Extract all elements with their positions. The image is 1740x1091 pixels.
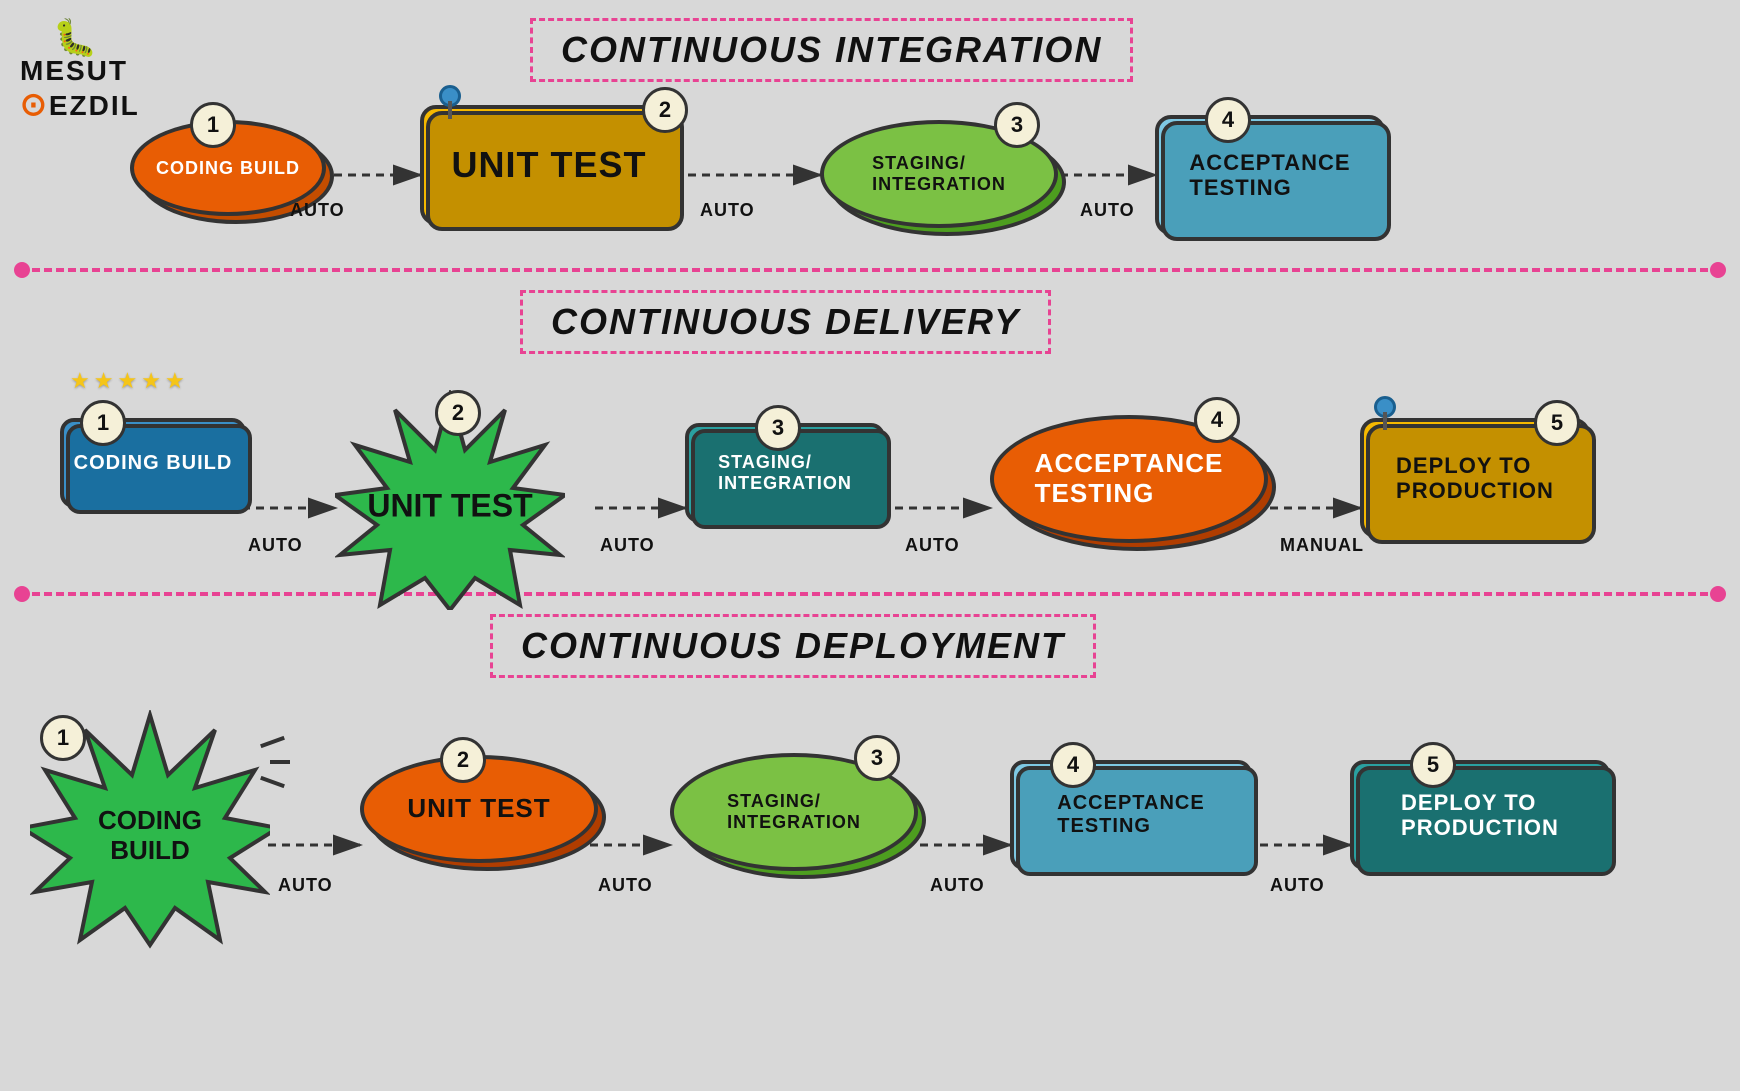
ci-step1-label: CODING BUILD <box>156 158 300 179</box>
cdeploy-header: CONTINUOUS DEPLOYMENT <box>490 614 1096 678</box>
cdeploy-arrow-label-2: AUTO <box>598 875 653 896</box>
cd-step5-label: DEPLOY TOPRODUCTION <box>1396 453 1554 504</box>
cdeploy-step5-label: DEPLOY TOPRODUCTION <box>1401 790 1559 841</box>
cd-step3-label: STAGING/INTEGRATION <box>718 452 852 493</box>
cd-badge-1: 1 <box>80 400 126 446</box>
ci-arrow-label-1: AUTO <box>290 200 345 221</box>
logo-name: MESUT⊙EZDIL <box>20 56 130 122</box>
logo-bug-icon: 🐛 <box>20 20 130 56</box>
cdeploy-step4-label: ACCEPTANCETESTING <box>1057 792 1204 838</box>
cdeploy-step4: 4 ACCEPTANCETESTING <box>1010 760 1252 870</box>
ci-step3-label: STAGING/INTEGRATION <box>872 153 1006 194</box>
cdeploy-arrow-label-1: AUTO <box>278 875 333 896</box>
ci-title: CONTINUOUS INTEGRATION <box>561 29 1102 70</box>
cdeploy-arrow-label-4: AUTO <box>1270 875 1325 896</box>
svg-text:UNIT TEST: UNIT TEST <box>367 487 533 523</box>
ci-step3: 3 STAGING/INTEGRATION <box>820 120 1060 230</box>
cdeploy-step3-label: STAGING/INTEGRATION <box>727 791 861 832</box>
cdeploy-badge-4: 4 <box>1050 742 1096 788</box>
cdeploy-badge-3: 3 <box>854 735 900 781</box>
cd-arrow-label-2: AUTO <box>600 535 655 556</box>
cd-badge-5: 5 <box>1534 400 1580 446</box>
ci-badge-3: 3 <box>994 102 1040 148</box>
cdeploy-badge-5: 5 <box>1410 742 1456 788</box>
cd-step4-label: ACCEPTANCETESTING <box>1035 449 1224 509</box>
cd-step1: 1 ★★★★★ CODING BUILD <box>60 418 246 508</box>
cd-badge-4: 4 <box>1194 397 1240 443</box>
cd-header: CONTINUOUS DELIVERY <box>520 290 1051 354</box>
cdeploy-step1: 1 CODING BUILD <box>30 710 270 955</box>
logo: 🐛 MESUT⊙EZDIL <box>20 20 130 122</box>
cd-step3: 3 STAGING/INTEGRATION <box>685 423 885 523</box>
divider-1 <box>0 268 1740 272</box>
ci-badge-1: 1 <box>190 102 236 148</box>
cd-step1-label: CODING BUILD <box>74 452 233 475</box>
ci-badge-2: 2 <box>642 87 688 133</box>
ci-badge-4: 4 <box>1205 97 1251 143</box>
cd-step2: 2 UNIT TEST <box>335 390 565 615</box>
cd-arrow-label-1: AUTO <box>248 535 303 556</box>
ci-arrow-label-3: AUTO <box>1080 200 1135 221</box>
cdeploy-step3: 3 STAGING/INTEGRATION <box>670 753 920 873</box>
cdeploy-badge-1: 1 <box>40 715 86 761</box>
cd-step4: 4 ACCEPTANCETESTING <box>990 415 1270 545</box>
cdeploy-arrow-label-3: AUTO <box>930 875 985 896</box>
cd-badge-2: 2 <box>435 390 481 436</box>
svg-text:BUILD: BUILD <box>110 835 189 865</box>
ci-step4-label: ACCEPTANCETESTING <box>1189 150 1350 201</box>
ci-header: CONTINUOUS INTEGRATION <box>530 18 1133 82</box>
cdeploy-step5: 5 DEPLOY TOPRODUCTION <box>1350 760 1610 870</box>
ci-arrow-label-2: AUTO <box>700 200 755 221</box>
cd-arrow-label-3: AUTO <box>905 535 960 556</box>
ci-step2: 2 UNIT TEST <box>420 105 678 225</box>
cdeploy-title: CONTINUOUS DEPLOYMENT <box>521 625 1065 666</box>
cd-stars: ★★★★★ <box>70 368 185 394</box>
cd-step5: 5 DEPLOY TOPRODUCTION <box>1360 418 1590 538</box>
cdeploy-step2: 2 UNIT TEST <box>360 755 600 865</box>
divider-2 <box>0 592 1740 596</box>
svg-text:CODING: CODING <box>98 805 202 835</box>
ci-step2-label: UNIT TEST <box>452 144 647 185</box>
cd-arrow-label-4: MANUAL <box>1280 535 1364 556</box>
cd-title: CONTINUOUS DELIVERY <box>551 301 1020 342</box>
ci-step4: 4 ACCEPTANCETESTING <box>1155 115 1385 235</box>
cdeploy-step2-label: UNIT TEST <box>407 794 550 824</box>
cd-badge-3: 3 <box>755 405 801 451</box>
cdeploy-badge-2: 2 <box>440 737 486 783</box>
